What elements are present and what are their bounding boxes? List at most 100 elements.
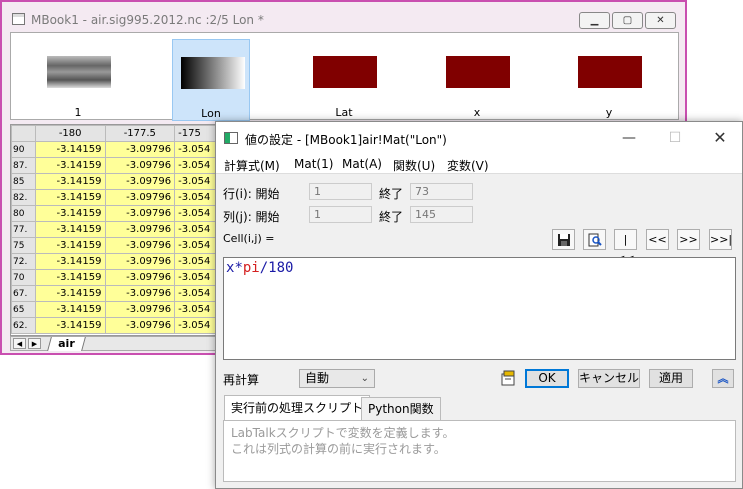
table-cell[interactable]: -3.14159 (34, 253, 106, 270)
minimize-button[interactable]: ▁ (579, 12, 610, 29)
table-cell[interactable]: -3.14159 (34, 189, 106, 206)
close-button[interactable]: ✕ (645, 12, 676, 29)
row-range-label: 行(i): 開始 (223, 187, 280, 201)
table-cell[interactable]: -3.09796 (104, 301, 176, 318)
row-header[interactable]: 65 (11, 301, 36, 318)
table-cell[interactable]: -3.14159 (34, 173, 106, 190)
table-cell[interactable]: -3.14159 (34, 301, 106, 318)
apply-button[interactable]: 適用 (649, 369, 693, 388)
table-cell[interactable]: -3.09796 (104, 317, 176, 334)
sheet-next-arrow[interactable]: ▶ (28, 338, 41, 349)
thumbnail-label: 1 (74, 106, 82, 119)
col-range-label: 列(j): 開始 (223, 210, 280, 224)
restore-button[interactable]: ▢ (612, 12, 643, 29)
dialog-app-icon (224, 132, 238, 144)
row-header[interactable]: 77. (11, 221, 36, 238)
sheet-prev-arrow[interactable]: ◀ (13, 338, 26, 349)
tab-python-functions[interactable]: Python関数 (361, 397, 441, 420)
chevron-down-icon: ⌄ (360, 373, 369, 384)
mbook-titlebar[interactable]: MBook1 - air.sig995.2012.nc :2/5 Lon * ▁… (2, 2, 685, 32)
row-header[interactable]: 82. (11, 189, 36, 206)
thumbnail-label: y (605, 106, 613, 119)
solid-thumbnail-image (446, 56, 510, 88)
menu-matA[interactable]: Mat(A) (342, 157, 382, 171)
dialog-close-button[interactable]: ✕ (709, 128, 731, 148)
menu-functions[interactable]: 関数(U) (393, 157, 435, 174)
row-end-field: 73 (410, 183, 473, 200)
table-cell[interactable]: -3.09796 (104, 189, 176, 206)
row-header[interactable]: 85 (11, 173, 36, 190)
next-button[interactable]: >> (677, 229, 700, 250)
table-cell[interactable]: -3.09796 (104, 269, 176, 286)
thumbnail-x[interactable]: x (438, 39, 516, 121)
thumbnail-1[interactable]: 1 (39, 39, 117, 121)
table-cell[interactable]: -3.09796 (104, 253, 176, 270)
table-cell[interactable]: -3.14159 (34, 285, 106, 302)
thumbnail-lon[interactable]: Lon (172, 39, 250, 121)
thumbnail-y[interactable]: y (570, 39, 648, 121)
thumbnail-label: x (473, 106, 481, 119)
table-cell[interactable]: -3.14159 (34, 237, 106, 254)
first-button[interactable]: |<< (614, 229, 637, 265)
table-row: 62. -3.14159 -3.09796 -3.054 (11, 317, 223, 334)
row-header[interactable]: 67. (11, 285, 36, 302)
table-cell[interactable]: -3.14159 (34, 141, 106, 158)
script-placeholder-line-2: これは列式の計算の前に実行されます。 (231, 442, 446, 456)
table-row: 65 -3.14159 -3.09796 -3.054 (11, 301, 223, 318)
dialog-maximize-button: ☐ (668, 130, 682, 146)
dialog-theme-button[interactable] (497, 369, 520, 390)
thumbnail-label: Lon (201, 107, 221, 120)
table-cell[interactable]: -3.14159 (34, 317, 106, 334)
table-cell[interactable]: -3.14159 (34, 221, 106, 238)
table-cell[interactable]: -3.09796 (104, 173, 176, 190)
sheet-tab-air[interactable]: air (47, 337, 86, 351)
cancel-button[interactable]: キャンセル (578, 369, 640, 388)
table-cell[interactable]: -3.09796 (104, 285, 176, 302)
previous-button[interactable]: << (646, 229, 669, 250)
menu-formula[interactable]: 計算式(M) (224, 157, 280, 174)
table-row: 75 -3.14159 -3.09796 -3.054 (11, 237, 223, 254)
formula-editor[interactable]: x*pi/180 (223, 257, 736, 360)
grid-corner[interactable] (11, 125, 36, 142)
column-header[interactable]: -177.5 (104, 125, 176, 142)
dialog-titlebar[interactable]: 値の設定 - [MBook1]air!Mat("Lon") — ☐ ✕ (216, 122, 742, 154)
formula-operator: * (234, 260, 243, 276)
table-row: 67. -3.14159 -3.09796 -3.054 (11, 285, 223, 302)
table-cell[interactable]: -3.14159 (34, 157, 106, 174)
row-header[interactable]: 62. (11, 317, 36, 334)
mbook-title: MBook1 - air.sig995.2012.nc :2/5 Lon * (31, 13, 264, 27)
table-cell[interactable]: -3.09796 (104, 205, 176, 222)
column-header[interactable]: -180 (34, 125, 106, 142)
row-header[interactable]: 90 (11, 141, 36, 158)
row-header[interactable]: 75 (11, 237, 36, 254)
table-cell[interactable]: -3.09796 (104, 157, 176, 174)
table-row: 70 -3.14159 -3.09796 -3.054 (11, 269, 223, 286)
table-cell[interactable]: -3.14159 (34, 269, 106, 286)
row-header[interactable]: 80 (11, 205, 36, 222)
recalculate-select[interactable]: 自動 ⌄ (299, 369, 375, 388)
matrix-data-grid[interactable]: -180 -177.5 -175 90 -3.14159 -3.09796 -3.05… (10, 124, 224, 336)
matrix-book-icon (12, 13, 25, 25)
save-formula-button[interactable] (552, 229, 575, 250)
ok-button[interactable]: OK (525, 369, 569, 388)
menu-variables[interactable]: 変数(V) (447, 157, 489, 174)
collapse-button[interactable]: ︽ (712, 369, 734, 388)
menu-mat1[interactable]: Mat(1) (294, 157, 333, 171)
before-script-editor[interactable]: LabTalkスクリプトで変数を定義します。 これは列式の計算の前に実行されます… (223, 420, 736, 482)
table-cell[interactable]: -3.14159 (34, 205, 106, 222)
sheet-tab-label: air (58, 337, 75, 350)
last-button[interactable]: >>| (709, 229, 732, 250)
thumbnail-lat[interactable]: Lat (305, 39, 383, 121)
row-header[interactable]: 70 (11, 269, 36, 286)
table-cell[interactable]: -3.09796 (104, 141, 176, 158)
table-cell[interactable]: -3.09796 (104, 221, 176, 238)
theme-icon (501, 370, 514, 386)
table-cell[interactable]: -3.09796 (104, 237, 176, 254)
row-header[interactable]: 87. (11, 157, 36, 174)
thumbnail-label: Lat (335, 106, 353, 119)
tab-before-script[interactable]: 実行前の処理スクリプト (224, 395, 371, 421)
row-header[interactable]: 72. (11, 253, 36, 270)
dialog-minimize-button[interactable]: — (618, 128, 640, 148)
load-formula-button[interactable] (583, 229, 606, 250)
cell-formula-label: Cell(i,j) = (223, 232, 275, 245)
